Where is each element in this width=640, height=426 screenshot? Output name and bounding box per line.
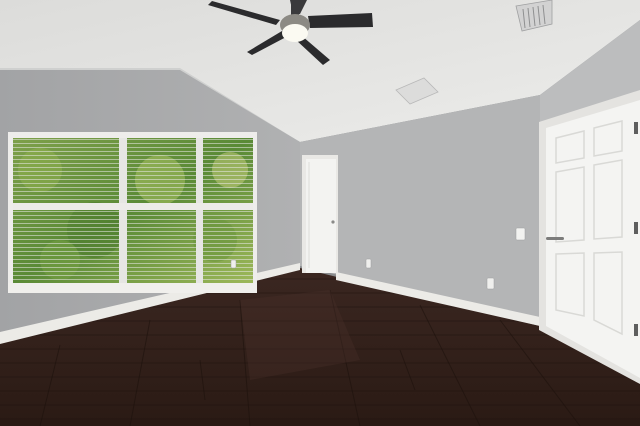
light-switch (515, 227, 526, 241)
window-with-blinds (8, 132, 257, 293)
door-knob (331, 220, 335, 224)
door-handle (546, 237, 564, 240)
empty-bedroom-scene (0, 0, 640, 426)
door-hinge (634, 122, 638, 134)
interior-door (302, 155, 338, 273)
ceiling-light (282, 24, 308, 42)
